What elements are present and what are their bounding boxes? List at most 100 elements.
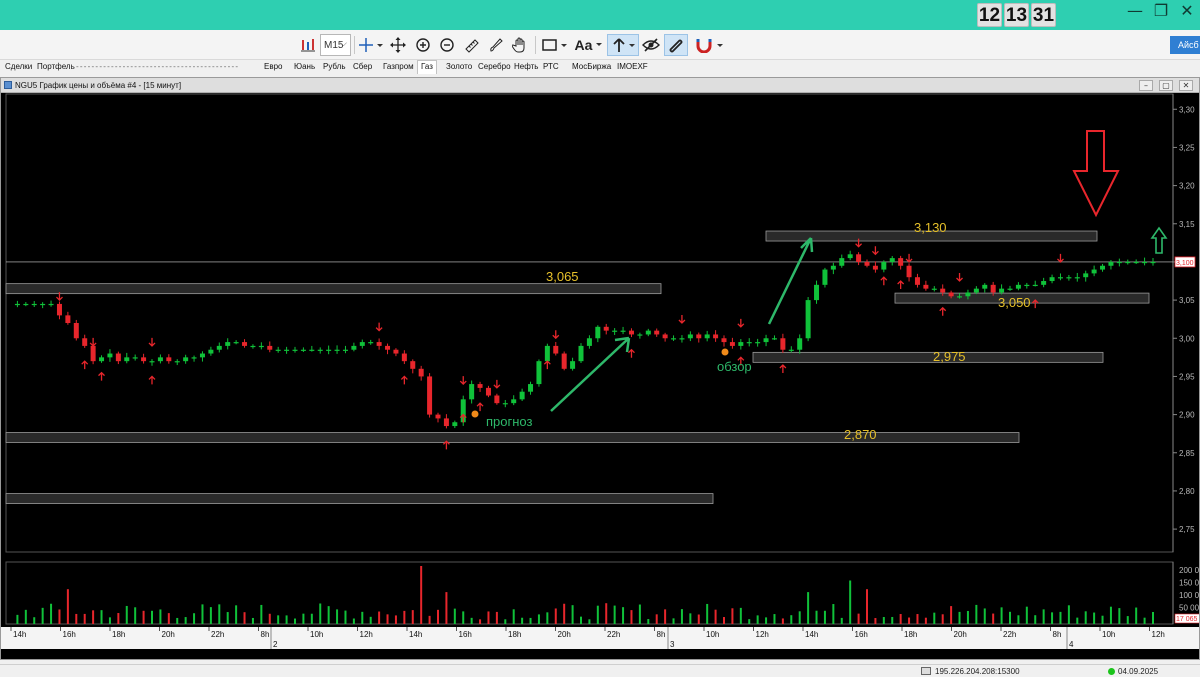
tab-3[interactable]: Евро [264,62,282,71]
candle-body [82,338,88,346]
ruler-button[interactable] [462,34,482,56]
annotation-label: обзор [717,359,752,374]
magnet-button[interactable] [694,34,726,56]
volume-bar [302,613,305,624]
tab-13[interactable]: МосБиржа [572,62,611,71]
tab-7[interactable]: Газпром [383,62,414,71]
volume-bar [209,607,212,624]
candle-body [1057,277,1063,279]
volume-bar [251,617,254,624]
candle-body [435,414,441,419]
pencil-lock-icon [669,39,683,53]
brush-button[interactable] [486,34,506,56]
volume-bar [563,603,566,624]
time-axis-label: 18h [508,630,521,639]
volume-bar [487,611,490,624]
time-axis-label: 16h [63,630,76,639]
candle-body [1032,284,1038,287]
close-icon[interactable]: ✕ [1176,2,1198,20]
candle-body [292,349,298,351]
chart-toolbar: M15 ⌵ Aa Айсб [0,30,1200,60]
chart-type-button[interactable] [298,34,318,56]
volume-bar [630,610,633,624]
volume-bar [1118,608,1121,624]
maximize-icon[interactable]: ❐ [1150,2,1172,20]
time-axis-label: 12h [1152,630,1165,639]
volume-bar [1042,609,1045,624]
tab-4[interactable]: Юань [294,62,315,71]
volume-bar [731,608,734,624]
volume-bar [756,615,759,624]
volume-bar [369,616,372,624]
move-button[interactable] [388,34,408,56]
candle-body [881,261,887,270]
tab-5[interactable]: Рубль [323,62,345,71]
zoom-out-button[interactable] [437,34,457,56]
volume-bar [453,608,456,624]
candle-body [242,342,248,346]
shapes-button[interactable] [540,34,570,56]
candle-body [443,418,449,427]
candle-body [990,284,996,293]
tabs-divider: - - - - - - - - - - - - - - - - - - - - … [76,62,238,71]
volume-bar [815,610,818,624]
volume-bar [193,613,196,624]
tab-1[interactable]: Сделки [5,62,32,71]
crosshair-button[interactable] [357,34,385,56]
volume-bar [823,610,826,624]
candle-body [401,353,407,362]
timeframe-select[interactable]: M15 ⌵ [320,34,351,56]
volume-bar [1093,612,1096,624]
volume-bar [1009,611,1011,624]
level-zone [752,351,1104,363]
lock-drawings-button[interactable] [664,34,688,56]
volume-bar [638,604,641,624]
price-axis-label: 2,90 [1179,411,1195,420]
volume-bar [1084,611,1087,624]
volume-bar [336,609,339,624]
tab-11[interactable]: Нефть [514,62,538,71]
candle-body [351,345,357,350]
text-tool-button[interactable]: Aa [573,34,605,56]
volume-bar [352,618,355,624]
candle-body [317,349,323,351]
candle-body [755,342,761,344]
price-chart[interactable]: 3,303,253,203,153,103,053,002,952,902,85… [1,78,1199,659]
tab-10[interactable]: Серебро [478,62,511,71]
candle-body [704,334,710,339]
volume-bar [1059,611,1062,624]
candle-body [578,345,584,362]
volume-bar [1126,616,1129,624]
tab-6[interactable]: Сбер [353,62,372,71]
volume-bar [689,613,692,624]
volume-bar [664,609,667,624]
volume-bar [327,606,330,624]
volume-bar [378,611,381,624]
tab-9[interactable]: Золото [446,62,472,71]
text-tool-label: Aa [574,37,593,53]
server-address: 195.226.204.208:15300 [935,667,1020,676]
hide-drawings-button[interactable] [640,34,662,56]
tab-14[interactable]: IMOEXF [617,62,648,71]
tab-8[interactable]: Газ [417,60,437,74]
search-button[interactable]: Айсб [1170,36,1200,54]
clock-hours: 12 [977,3,1002,27]
candle-body [65,315,71,323]
hand-button[interactable] [510,34,530,56]
price-axis-label: 3,20 [1179,182,1195,191]
tab-2[interactable]: Портфель [37,62,75,71]
price-axis-label: 3,30 [1179,105,1195,114]
time-axis-label: 8h [657,630,666,639]
zoom-in-button[interactable] [413,34,433,56]
arrow-tool-button[interactable] [607,34,639,56]
candle-body [469,384,475,400]
minimize-icon[interactable]: — [1124,2,1146,20]
candle-body [586,338,592,346]
volume-bar [142,610,145,624]
time-axis-label: 18h [904,630,917,639]
tab-12[interactable]: РТС [543,62,559,71]
volume-bar [24,609,27,624]
candle-body [746,342,752,344]
volume-bar [445,592,448,624]
candle-body [115,353,121,362]
